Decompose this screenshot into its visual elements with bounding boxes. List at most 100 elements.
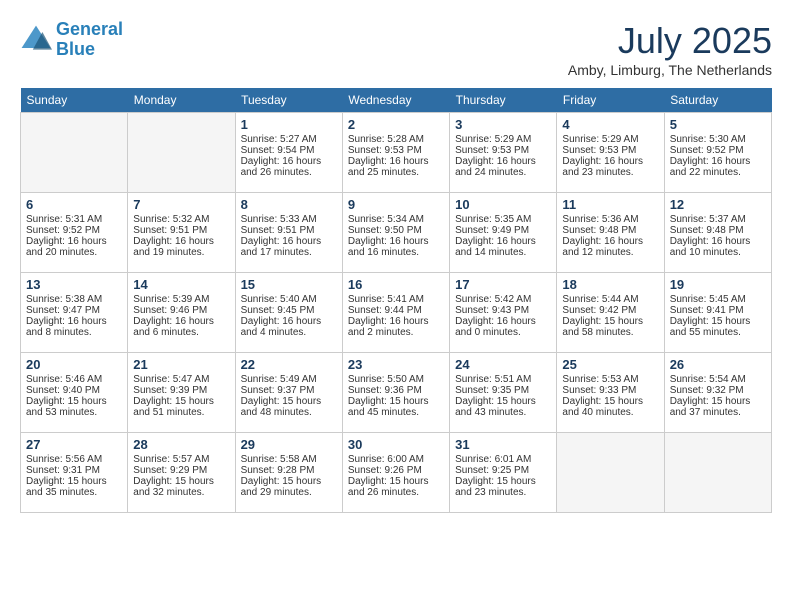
calendar-cell-day-10: 10Sunrise: 5:35 AMSunset: 9:49 PMDayligh… [450,193,557,273]
day-number: 9 [348,197,444,212]
day-info-line: Sunset: 9:45 PM [241,305,337,316]
day-info-line: and 4 minutes. [241,327,337,338]
calendar-cell-day-23: 23Sunrise: 5:50 AMSunset: 9:36 PMDayligh… [342,353,449,433]
day-number: 4 [562,117,658,132]
day-info-line: and 32 minutes. [133,487,229,498]
day-info-line: Daylight: 15 hours [241,476,337,487]
day-info-line: Daylight: 16 hours [348,236,444,247]
day-info-line: and 58 minutes. [562,327,658,338]
calendar-cell-day-13: 13Sunrise: 5:38 AMSunset: 9:47 PMDayligh… [21,273,128,353]
day-info-line: Sunset: 9:31 PM [26,465,122,476]
calendar-cell-day-16: 16Sunrise: 5:41 AMSunset: 9:44 PMDayligh… [342,273,449,353]
calendar-cell-day-27: 27Sunrise: 5:56 AMSunset: 9:31 PMDayligh… [21,433,128,513]
day-info-line: Sunset: 9:50 PM [348,225,444,236]
day-info-line: and 17 minutes. [241,247,337,258]
day-info-line: Sunrise: 5:56 AM [26,454,122,465]
day-info-line: Sunrise: 5:51 AM [455,374,551,385]
day-info-line: and 40 minutes. [562,407,658,418]
day-number: 1 [241,117,337,132]
calendar-cell-day-31: 31Sunrise: 6:01 AMSunset: 9:25 PMDayligh… [450,433,557,513]
day-info-line: Sunset: 9:42 PM [562,305,658,316]
day-info-line: Sunset: 9:43 PM [455,305,551,316]
day-info-line: Sunrise: 5:58 AM [241,454,337,465]
day-info-line: Sunrise: 5:31 AM [26,214,122,225]
day-info-line: and 23 minutes. [562,167,658,178]
day-info-line: and 2 minutes. [348,327,444,338]
day-info-line: Sunrise: 6:01 AM [455,454,551,465]
day-info-line: and 26 minutes. [348,487,444,498]
day-info-line: Sunrise: 5:28 AM [348,134,444,145]
calendar-table: SundayMondayTuesdayWednesdayThursdayFrid… [20,88,772,513]
day-info-line: Sunset: 9:52 PM [26,225,122,236]
day-info-line: Sunset: 9:47 PM [26,305,122,316]
calendar-cell-day-24: 24Sunrise: 5:51 AMSunset: 9:35 PMDayligh… [450,353,557,433]
day-info-line: Sunset: 9:53 PM [562,145,658,156]
day-number: 19 [670,277,766,292]
day-info-line: Sunrise: 5:42 AM [455,294,551,305]
logo-icon [20,24,52,56]
day-info-line: Daylight: 16 hours [241,316,337,327]
location: Amby, Limburg, The Netherlands [568,62,772,78]
calendar-cell-day-21: 21Sunrise: 5:47 AMSunset: 9:39 PMDayligh… [128,353,235,433]
day-info-line: Sunset: 9:51 PM [241,225,337,236]
day-info-line: Daylight: 16 hours [241,156,337,167]
day-info-line: and 23 minutes. [455,487,551,498]
calendar-week-5: 27Sunrise: 5:56 AMSunset: 9:31 PMDayligh… [21,433,772,513]
day-info-line: Sunrise: 5:45 AM [670,294,766,305]
day-info-line: Sunset: 9:39 PM [133,385,229,396]
day-info-line: Daylight: 15 hours [26,476,122,487]
day-info-line: and 20 minutes. [26,247,122,258]
calendar-cell-day-11: 11Sunrise: 5:36 AMSunset: 9:48 PMDayligh… [557,193,664,273]
day-info-line: Daylight: 16 hours [670,156,766,167]
day-info-line: Sunrise: 5:41 AM [348,294,444,305]
day-number: 13 [26,277,122,292]
day-info-line: and 25 minutes. [348,167,444,178]
day-info-line: Sunset: 9:51 PM [133,225,229,236]
day-number: 18 [562,277,658,292]
day-number: 20 [26,357,122,372]
day-info-line: Sunset: 9:52 PM [670,145,766,156]
day-info-line: and 14 minutes. [455,247,551,258]
day-number: 12 [670,197,766,212]
day-info-line: Daylight: 15 hours [562,316,658,327]
weekday-header-tuesday: Tuesday [235,88,342,113]
day-info-line: Sunrise: 5:36 AM [562,214,658,225]
day-info-line: Sunset: 9:49 PM [455,225,551,236]
day-info-line: and 12 minutes. [562,247,658,258]
day-info-line: and 29 minutes. [241,487,337,498]
day-info-line: and 19 minutes. [133,247,229,258]
day-info-line: Daylight: 15 hours [670,316,766,327]
day-info-line: Daylight: 15 hours [133,476,229,487]
day-info-line: Daylight: 15 hours [133,396,229,407]
day-info-line: Daylight: 16 hours [455,316,551,327]
day-number: 30 [348,437,444,452]
calendar-cell-day-7: 7Sunrise: 5:32 AMSunset: 9:51 PMDaylight… [128,193,235,273]
day-info-line: Sunrise: 5:33 AM [241,214,337,225]
day-info-line: Sunset: 9:33 PM [562,385,658,396]
calendar-week-1: 1Sunrise: 5:27 AMSunset: 9:54 PMDaylight… [21,113,772,193]
day-info-line: Sunset: 9:53 PM [348,145,444,156]
calendar-cell-day-26: 26Sunrise: 5:54 AMSunset: 9:32 PMDayligh… [664,353,771,433]
day-info-line: Daylight: 15 hours [562,396,658,407]
day-info-line: Sunrise: 5:57 AM [133,454,229,465]
day-number: 2 [348,117,444,132]
weekday-header-wednesday: Wednesday [342,88,449,113]
day-number: 15 [241,277,337,292]
day-info-line: Daylight: 16 hours [26,236,122,247]
weekday-header-friday: Friday [557,88,664,113]
month-title: July 2025 [568,20,772,62]
day-info-line: and 51 minutes. [133,407,229,418]
day-info-line: Sunrise: 5:34 AM [348,214,444,225]
day-info-line: Sunset: 9:28 PM [241,465,337,476]
calendar-cell-day-1: 1Sunrise: 5:27 AMSunset: 9:54 PMDaylight… [235,113,342,193]
calendar-cell-day-29: 29Sunrise: 5:58 AMSunset: 9:28 PMDayligh… [235,433,342,513]
day-number: 11 [562,197,658,212]
day-number: 22 [241,357,337,372]
day-info-line: Sunrise: 5:53 AM [562,374,658,385]
calendar-cell-empty [128,113,235,193]
day-info-line: Sunrise: 5:40 AM [241,294,337,305]
logo: General Blue [20,20,123,60]
day-info-line: Sunrise: 5:49 AM [241,374,337,385]
day-info-line: Daylight: 16 hours [133,236,229,247]
calendar-cell-day-4: 4Sunrise: 5:29 AMSunset: 9:53 PMDaylight… [557,113,664,193]
